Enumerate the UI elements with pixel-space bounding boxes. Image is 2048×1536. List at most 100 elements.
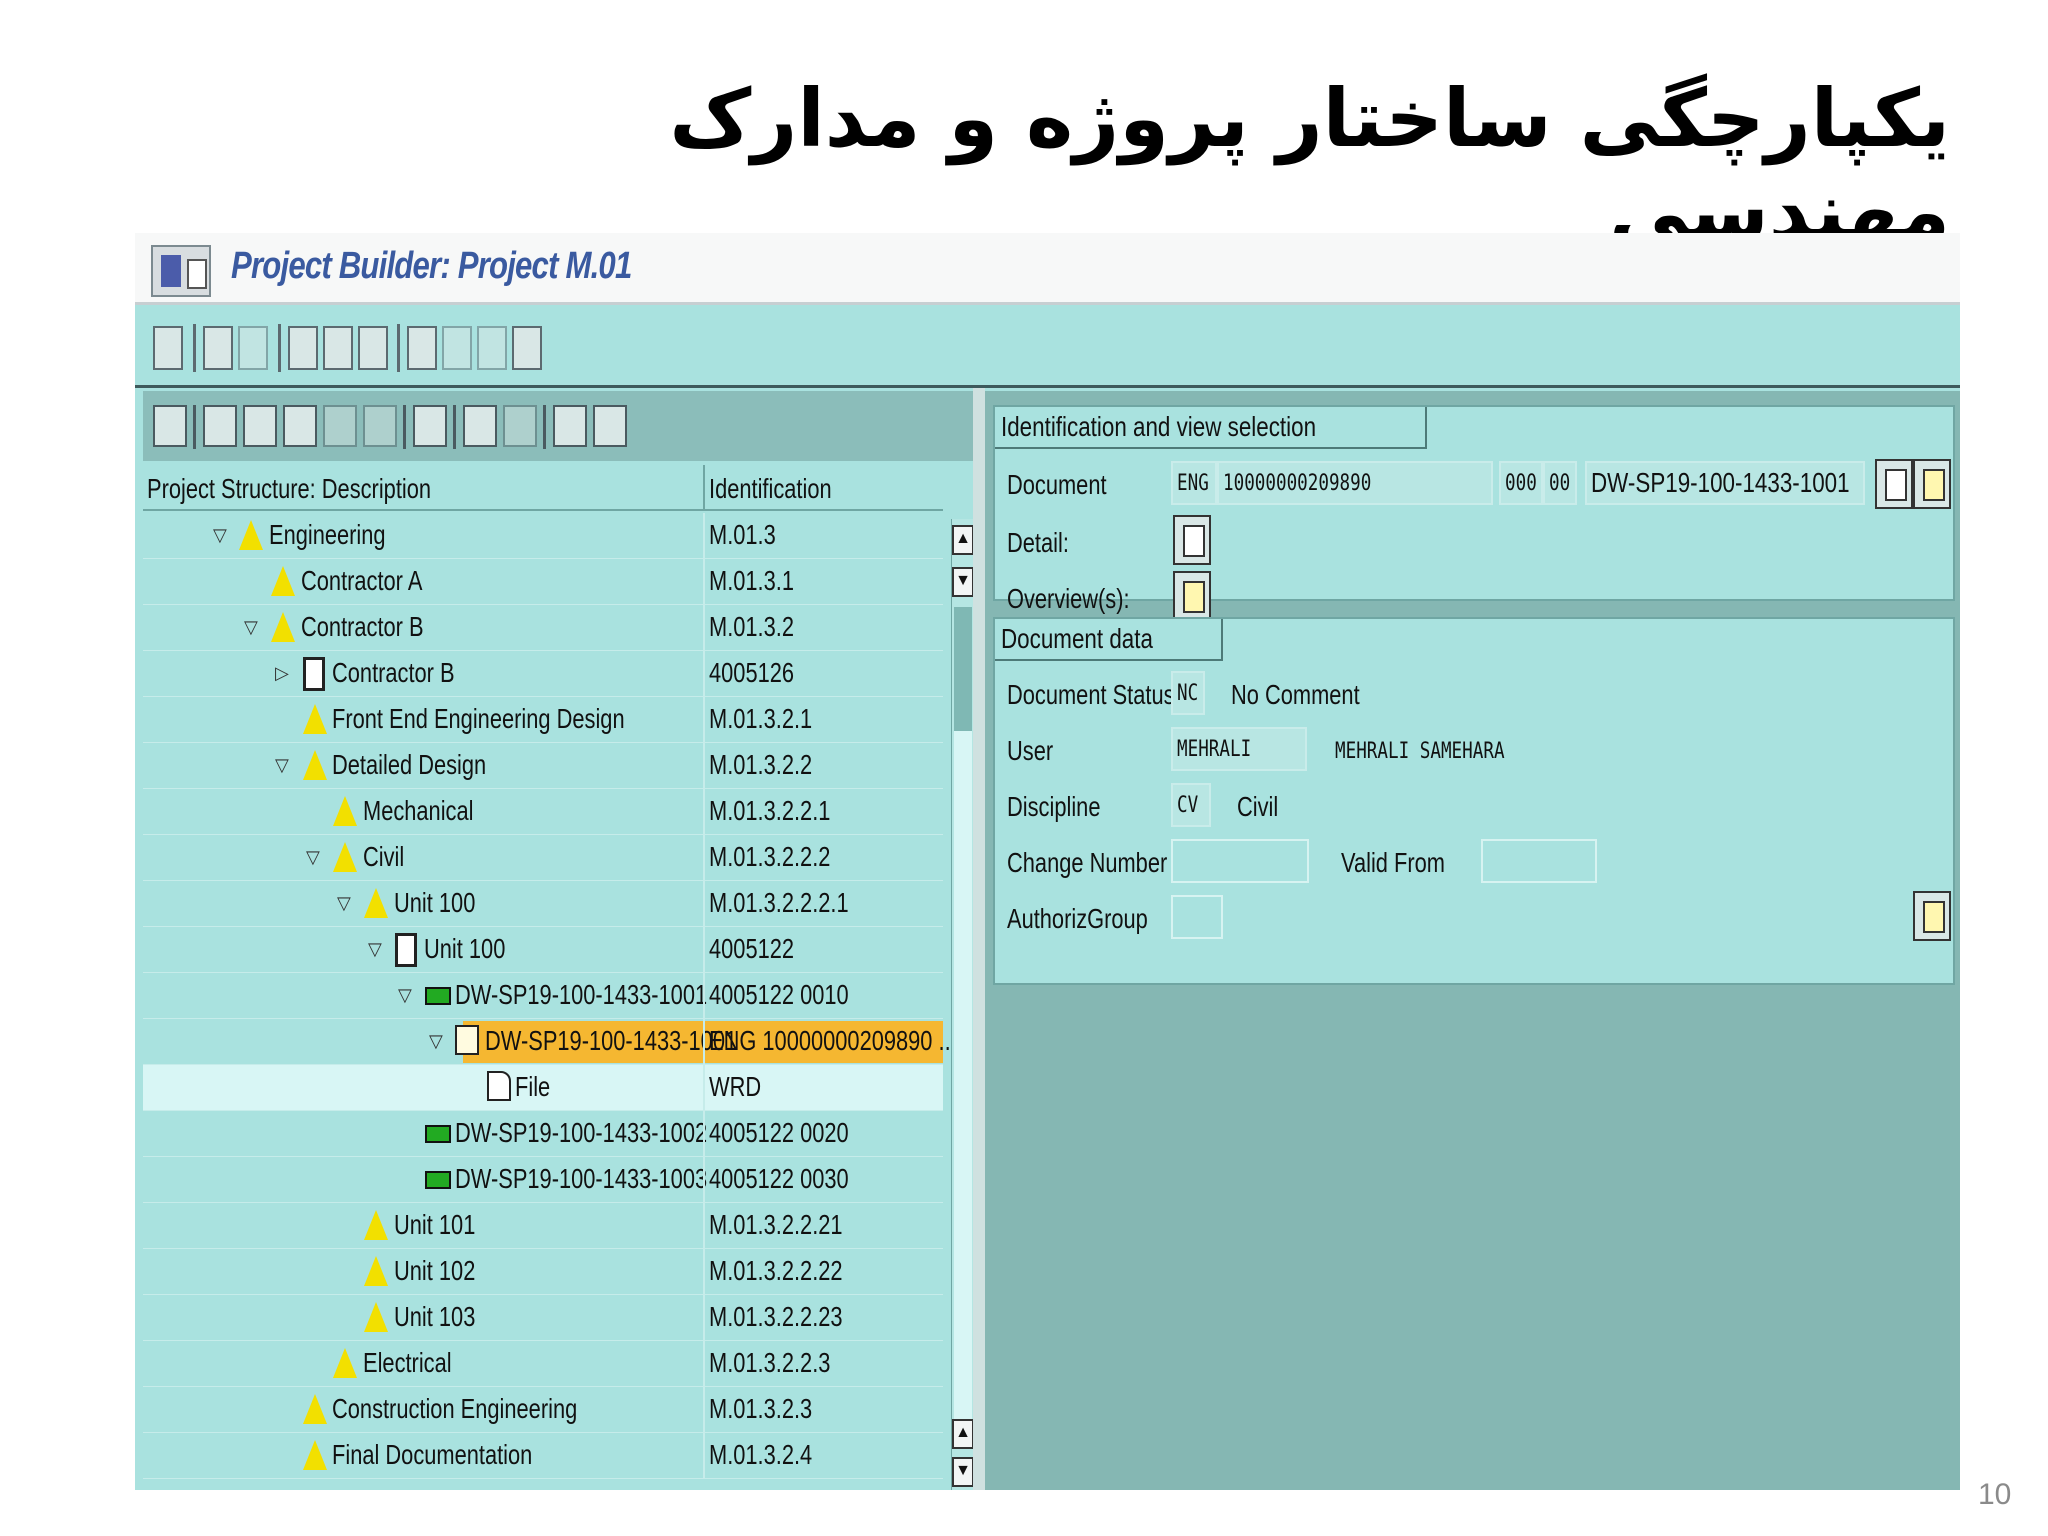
page-down-icon[interactable]: ▼ (952, 1457, 974, 1487)
network-icon (303, 657, 325, 691)
tree-row[interactable]: ▽ Unit 100 M.01.3.2.2.2.1 (143, 881, 943, 927)
scroll-track[interactable] (954, 731, 972, 1431)
doc-number-field[interactable]: 10000000209890 (1217, 461, 1493, 505)
find-icon[interactable] (463, 405, 497, 447)
collapse-toggle-icon[interactable]: ▽ (429, 1031, 443, 1052)
hierarchy-graphic-icon[interactable] (288, 326, 318, 370)
warning-triangle-icon (364, 1302, 388, 1332)
warning-triangle-icon (333, 796, 357, 826)
valid-from-label: Valid From (1341, 847, 1445, 878)
paste-icon[interactable] (323, 405, 357, 447)
collapse-toggle-icon[interactable]: ▽ (244, 617, 258, 638)
tree-row[interactable]: ▽ Detailed Design M.01.3.2.2 (143, 743, 943, 789)
tree-row[interactable]: Electrical M.01.3.2.2.3 (143, 1341, 943, 1387)
network-graphic-icon[interactable] (358, 326, 388, 370)
column-divider (703, 465, 705, 511)
open-folder-icon[interactable] (153, 405, 187, 447)
cut-icon[interactable] (243, 405, 277, 447)
collapse-toggle-icon[interactable]: ▽ (275, 755, 289, 776)
user-field[interactable]: MEHRALI (1171, 727, 1307, 771)
doc-part-field[interactable]: 000 (1499, 461, 1543, 505)
schedule-icon[interactable] (477, 326, 507, 370)
close-project-icon[interactable] (238, 326, 268, 370)
create-icon[interactable] (203, 405, 237, 447)
tab-document-data[interactable]: Document data (995, 619, 1223, 661)
discipline-field[interactable]: CV (1171, 783, 1211, 827)
detail-button-icon[interactable] (1173, 515, 1211, 565)
warning-triangle-icon (333, 1348, 357, 1378)
tree-row[interactable]: Front End Engineering Design M.01.3.2.1 (143, 697, 943, 743)
detail-label: Detail: (1007, 527, 1069, 558)
tab-identification[interactable]: Identification and view selection (995, 407, 1427, 449)
expand-toggle-icon[interactable]: ▷ (275, 663, 289, 684)
scroll-up-icon[interactable]: ▲ (952, 525, 974, 555)
row-description: Engineering (269, 519, 386, 550)
document-status-field[interactable]: NC (1171, 671, 1205, 715)
tree-row[interactable]: DW-SP19-100-1433-1002 4005122 0020 (143, 1111, 943, 1157)
row-description: Contractor B (301, 611, 424, 642)
tree-row[interactable]: Construction Engineering M.01.3.2.3 (143, 1387, 943, 1433)
project-planning-board-icon[interactable] (512, 326, 542, 370)
project-builder-icon[interactable] (151, 245, 211, 297)
column-header-identification[interactable]: Identification (709, 473, 832, 505)
doc-description-field[interactable]: DW-SP19-100-1433-1001 (1585, 461, 1865, 505)
doc-type-field[interactable]: ENG (1171, 461, 1217, 505)
document-data-group: Document data Document Status NC No Comm… (993, 617, 1955, 985)
tree-row[interactable]: ▽ Civil M.01.3.2.2.2 (143, 835, 943, 881)
column-divider (703, 789, 705, 835)
tree-row[interactable]: File WRD (143, 1065, 943, 1111)
display-document-icon[interactable] (1875, 459, 1913, 509)
copy-icon[interactable] (283, 405, 317, 447)
tree-row[interactable]: ▷ Contractor B 4005126 (143, 651, 943, 697)
column-divider (703, 743, 705, 789)
tree-row[interactable]: Final Documentation M.01.3.2.4 (143, 1433, 943, 1479)
tree-row[interactable]: ▽ Contractor B M.01.3.2 (143, 605, 943, 651)
tree-row[interactable]: Unit 103 M.01.3.2.2.23 (143, 1295, 943, 1341)
row-description: Mechanical (363, 795, 474, 826)
warning-triangle-icon (303, 750, 327, 780)
tree-row[interactable]: DW-SP19-100-1433-1003 4005122 0030 (143, 1157, 943, 1203)
document-icon (455, 1025, 479, 1055)
edit-icon[interactable] (442, 326, 472, 370)
collapse-toggle-icon[interactable]: ▽ (213, 525, 227, 546)
find-next-icon[interactable] (503, 405, 537, 447)
row-description: Contractor A (301, 565, 423, 596)
pane-splitter[interactable] (973, 388, 985, 1490)
document-info-icon[interactable] (1913, 891, 1951, 941)
tree-row[interactable]: ▽ Engineering M.01.3 (143, 513, 943, 559)
scroll-down-icon[interactable]: ▼ (952, 567, 974, 597)
tree-row[interactable]: Unit 102 M.01.3.2.2.22 (143, 1249, 943, 1295)
collapse-toggle-icon[interactable]: ▽ (368, 939, 382, 960)
doc-version-field[interactable]: 00 (1543, 461, 1577, 505)
open-project-icon[interactable] (203, 326, 233, 370)
tree-row[interactable]: Unit 101 M.01.3.2.2.21 (143, 1203, 943, 1249)
tree-row[interactable]: Contractor A M.01.3.1 (143, 559, 943, 605)
change-display-icon[interactable] (153, 326, 183, 370)
collapse-toggle-icon[interactable]: ▽ (306, 847, 320, 868)
collapse-toggle-icon[interactable]: ▽ (337, 893, 351, 914)
tree-row[interactable]: ▽ Unit 100 4005122 (143, 927, 943, 973)
scroll-thumb[interactable] (954, 607, 972, 731)
authoriz-group-field[interactable] (1171, 895, 1223, 939)
row-identification: M.01.3.1 (709, 565, 794, 596)
collapse-toggle-icon[interactable]: ▽ (398, 985, 412, 1006)
row-description: File (515, 1071, 551, 1102)
collapse-all-icon[interactable] (593, 405, 627, 447)
valid-from-field[interactable] (1481, 839, 1597, 883)
structure-graphic-icon[interactable] (323, 326, 353, 370)
delete-icon[interactable] (413, 405, 447, 447)
warning-triangle-icon (333, 842, 357, 872)
tree-row[interactable]: ▽ DW-SP19-100-1433-1001 4005122 0010 (143, 973, 943, 1019)
page-up-icon[interactable]: ▲ (952, 1419, 974, 1449)
vertical-scrollbar[interactable]: ▲ ▼ ▲ ▼ (951, 519, 974, 1490)
column-header-description[interactable]: Project Structure: Description (147, 473, 576, 505)
document-person-icon[interactable] (1913, 459, 1951, 509)
overviews-button-icon[interactable] (1173, 571, 1211, 621)
undo-icon[interactable] (363, 405, 397, 447)
tree-row[interactable]: Mechanical M.01.3.2.2.1 (143, 789, 943, 835)
tree-row-selected[interactable]: ▽ DW-SP19-100-1433-1001 ENG 100000002098… (143, 1019, 957, 1065)
file-icon (487, 1071, 511, 1101)
mass-change-icon[interactable] (407, 326, 437, 370)
expand-all-icon[interactable] (553, 405, 587, 447)
change-number-field[interactable] (1171, 839, 1309, 883)
